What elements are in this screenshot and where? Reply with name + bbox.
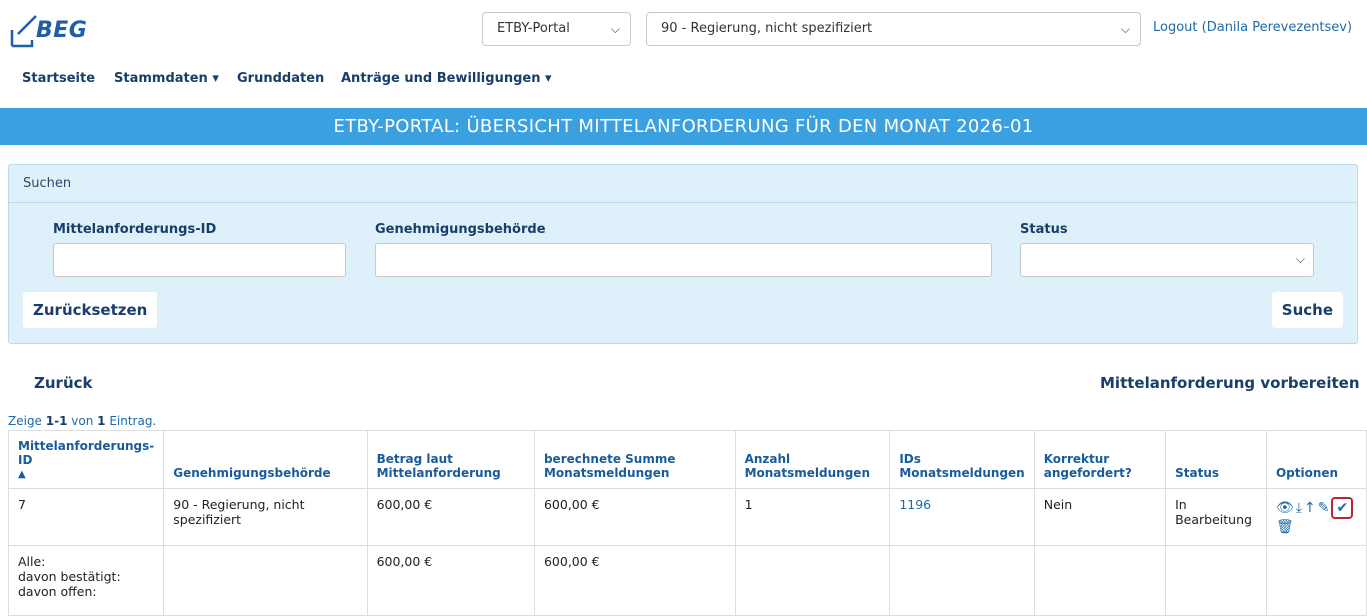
- col-id[interactable]: Mittelanforderungs-ID ▲: [7, 430, 165, 489]
- status-select[interactable]: ⌵: [1020, 243, 1314, 277]
- top-bar: BEG ETBY-Portal ⌵ 90 - Regierung, nicht …: [0, 0, 1367, 62]
- trash-icon[interactable]: 🗑: [1276, 519, 1294, 535]
- upload-icon[interactable]: ↑: [1304, 500, 1316, 516]
- authority-select[interactable]: 90 - Regierung, nicht spezifiziert ⌵: [646, 12, 1141, 46]
- table-row: 7 90 - Regierung, nicht spezifiziert 600…: [7, 488, 1367, 546]
- requests-table: Mittelanforderungs-ID ▲ Genehmigungsbehör…: [7, 430, 1367, 616]
- logo-text: BEG: [36, 18, 88, 43]
- nav-applications[interactable]: Anträge und Bewilligungen ▾: [341, 71, 552, 86]
- portal-select[interactable]: ETBY-Portal ⌵: [482, 12, 631, 46]
- col-status[interactable]: Status: [1165, 430, 1267, 489]
- chevron-down-icon: ⌵: [610, 22, 620, 36]
- cell-options: 👁 ⤓ ↑ ✎ ✔ 🗑: [1265, 488, 1367, 546]
- table-header-row: Mittelanforderungs-ID ▲ Genehmigungsbehör…: [7, 430, 1367, 489]
- download-icon[interactable]: ⤓: [1296, 500, 1302, 516]
- cell-authority: 90 - Regierung, nicht spezifiziert: [163, 488, 368, 546]
- cell-correction: Nein: [1033, 488, 1167, 546]
- search-panel-title: Suchen: [9, 165, 1357, 203]
- authority-field-label: Genehmigungsbehörde: [375, 222, 546, 237]
- col-ids[interactable]: IDs Monatsmeldungen: [889, 430, 1035, 489]
- col-authority[interactable]: Genehmigungsbehörde: [163, 430, 368, 489]
- logout-link[interactable]: Logout (Danila Perevezentsev): [1153, 20, 1352, 35]
- main-nav: Startseite Stammdaten ▾ Grunddaten Anträ…: [0, 62, 1367, 98]
- nav-home[interactable]: Startseite: [22, 71, 95, 86]
- nav-base-data[interactable]: Grunddaten: [237, 71, 324, 86]
- check-icon[interactable]: ✔: [1331, 497, 1354, 519]
- search-panel: Suchen Mittelanforderungs-ID Genehmigung…: [8, 164, 1358, 344]
- chevron-down-icon: ⌵: [1295, 252, 1305, 266]
- totals-sum: 600,00 €: [533, 545, 736, 616]
- reset-button[interactable]: Zurücksetzen: [23, 292, 158, 328]
- cell-ids-link[interactable]: 1196: [889, 488, 1035, 546]
- portal-select-value: ETBY-Portal: [497, 21, 570, 36]
- col-correction[interactable]: Korrektur angefordert?: [1033, 430, 1167, 489]
- cell-sum: 600,00 €: [533, 488, 736, 546]
- id-input[interactable]: [53, 243, 346, 277]
- chevron-down-icon: ⌵: [1120, 22, 1130, 36]
- col-count[interactable]: Anzahl Monatsmeldungen: [734, 430, 891, 489]
- totals-row: Alle: davon bestätigt: davon offen: 600,…: [7, 545, 1367, 616]
- col-options: Optionen: [1265, 430, 1367, 489]
- eye-icon[interactable]: 👁: [1276, 500, 1294, 516]
- sort-asc-icon[interactable]: ▲: [18, 469, 154, 480]
- col-sum[interactable]: berechnete Summe Monatsmeldungen: [533, 430, 736, 489]
- status-field-label: Status: [1020, 222, 1068, 237]
- cell-status: In Bearbeitung: [1165, 488, 1267, 546]
- search-button[interactable]: Suche: [1271, 292, 1343, 328]
- cell-id: 7: [7, 488, 165, 546]
- cell-count: 1: [734, 488, 891, 546]
- id-field-label: Mittelanforderungs-ID: [53, 222, 217, 237]
- page-title: ETBY-PORTAL: ÜBERSICHT MITTELANFORDERUNG…: [0, 108, 1367, 145]
- result-summary: Zeige 1-1 von 1 Eintrag.: [8, 414, 157, 428]
- totals-label: Alle: davon bestätigt: davon offen:: [7, 545, 165, 616]
- back-link[interactable]: Zurück: [34, 374, 93, 392]
- col-amount[interactable]: Betrag laut Mittelanforderung: [366, 430, 535, 489]
- totals-amount: 600,00 €: [366, 545, 535, 616]
- nav-master-data[interactable]: Stammdaten ▾: [114, 71, 219, 86]
- authority-select-value: 90 - Regierung, nicht spezifiziert: [661, 21, 873, 36]
- cell-amount: 600,00 €: [366, 488, 535, 546]
- prepare-request-link[interactable]: Mittelanforderung vorbereiten: [1100, 374, 1360, 392]
- edit-icon[interactable]: ✎: [1318, 500, 1330, 516]
- authority-input[interactable]: [375, 243, 992, 277]
